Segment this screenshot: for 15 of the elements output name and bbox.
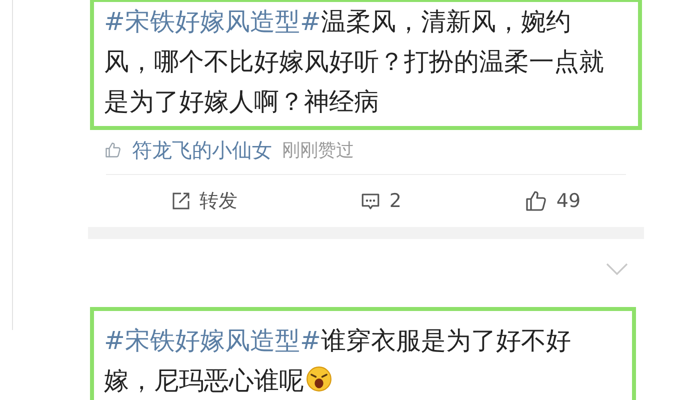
thumbs-up-icon: [104, 141, 122, 159]
liked-note: 刚刚赞过: [282, 138, 354, 162]
liker-name[interactable]: 符龙飞的小仙女: [132, 135, 272, 165]
repost-button[interactable]: 转发: [171, 186, 238, 216]
hashtag-link[interactable]: #宋铁好嫁风造型#: [104, 7, 321, 36]
chevron-down-icon[interactable]: [606, 263, 628, 275]
share-icon: [171, 191, 192, 211]
thumbs-up-icon: [524, 189, 548, 213]
comment-button[interactable]: 2: [360, 186, 402, 216]
comment-icon: [360, 190, 382, 212]
post-text: #宋铁好嫁风造型#温柔风，清新风，婉约风，哪个不比好嫁风好听？打扮的温柔一点就是为了好嫁人啊？神经病: [104, 6, 605, 118]
like-button[interactable]: 49: [524, 186, 581, 216]
post-text: #宋铁好嫁风造型#谁穿衣服是为了好不好嫁，尼玛恶心谁呢: [104, 325, 572, 397]
hashtag-link[interactable]: #宋铁好嫁风造型#: [104, 326, 321, 355]
shouting-face-icon: [306, 366, 332, 392]
